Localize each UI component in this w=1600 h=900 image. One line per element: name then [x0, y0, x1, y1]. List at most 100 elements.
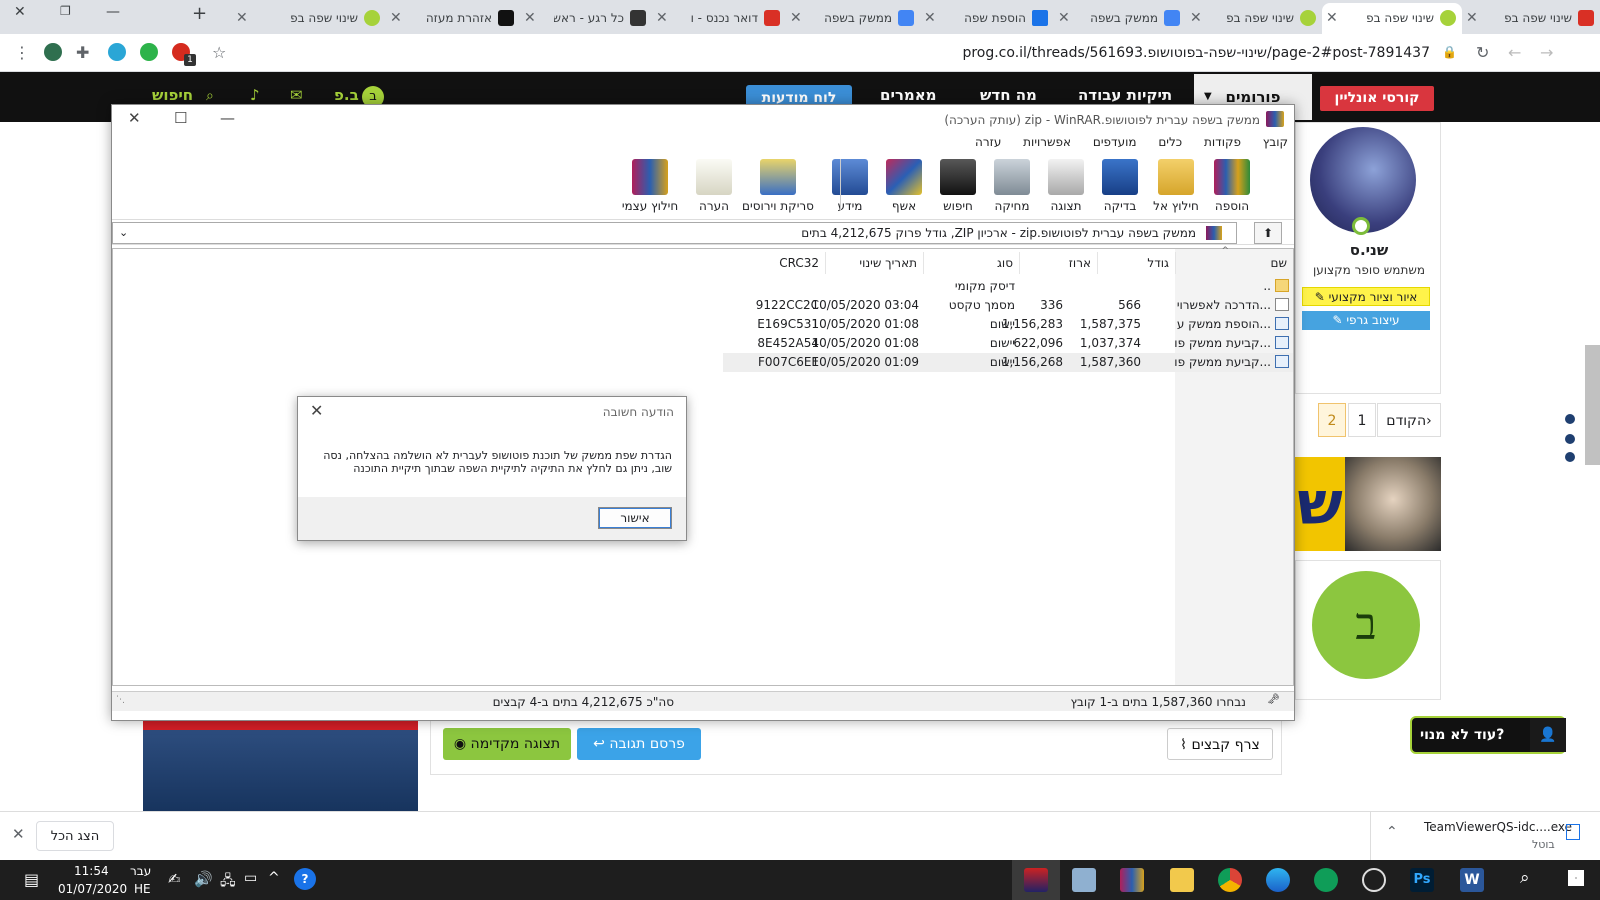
profile-name[interactable]: שני.ס: [1296, 241, 1442, 259]
taskbar-archive-icon[interactable]: [1120, 868, 1144, 892]
taskbar-winrar-icon[interactable]: [1024, 868, 1048, 892]
clock-date[interactable]: 01/07/2020: [58, 882, 127, 896]
chevron-down-icon[interactable]: ⌄: [119, 223, 128, 243]
extension-icon[interactable]: [44, 43, 62, 61]
nav-work-files[interactable]: תיקיות עבודה: [1078, 86, 1172, 104]
test-button[interactable]: בדיקה: [1092, 155, 1148, 217]
mail-icon[interactable]: ✉: [290, 86, 303, 104]
tab-close-icon[interactable]: ✕: [790, 10, 802, 26]
taskbar-edge-icon[interactable]: [1266, 868, 1290, 892]
carousel-dot[interactable]: [1565, 452, 1575, 462]
menu-commands[interactable]: פקודות: [1204, 135, 1241, 149]
search-link[interactable]: חיפוש: [152, 86, 193, 104]
restore-icon[interactable]: ❐: [60, 4, 71, 18]
reload-icon[interactable]: ↻: [1476, 43, 1489, 62]
bookmark-star-icon[interactable]: ☆: [212, 43, 226, 62]
add-button[interactable]: הוספה: [1204, 155, 1260, 217]
puzzle-icon[interactable]: ✚: [76, 43, 89, 62]
notification-icon[interactable]: ▤: [24, 870, 39, 889]
url-bar[interactable]: prog.co.il/threads/561693.שינוי-שפה-בפוט…: [240, 40, 1470, 66]
close-window-icon[interactable]: ✕: [14, 4, 26, 20]
menu-icon[interactable]: ⋮: [14, 43, 30, 62]
close-downloads-icon[interactable]: ✕: [12, 825, 25, 843]
tab-9[interactable]: ✕ אזהרת מעזה: [386, 3, 520, 34]
carousel-dot[interactable]: [1565, 434, 1575, 444]
tab-6[interactable]: ✕ ממשק בשפה: [786, 3, 920, 34]
delete-button[interactable]: מחיקה: [984, 155, 1040, 217]
lang-indicator-2[interactable]: HE: [134, 882, 151, 896]
menu-favorites[interactable]: מועדפים: [1093, 135, 1137, 149]
taskbar-speed-icon[interactable]: [1362, 868, 1386, 892]
download-filename[interactable]: TeamViewerQS-idc....exe: [1424, 820, 1572, 834]
taskbar-word-icon[interactable]: W: [1460, 868, 1484, 892]
page-2-button[interactable]: 2: [1318, 403, 1346, 437]
nav-articles[interactable]: מאמרים: [880, 86, 937, 104]
table-row-selected[interactable]: קביעת ממשק פו... 1,587,360 1,156,268 ייש…: [723, 353, 1293, 372]
table-row[interactable]: הדרכה לאפשרוי... 566 336 מסמך טקסט 10/05…: [723, 296, 1293, 315]
col-type[interactable]: סוג: [923, 252, 1019, 274]
new-tab-icon[interactable]: +: [192, 3, 207, 24]
tab-close-icon[interactable]: ✕: [1058, 10, 1070, 26]
maximize-icon[interactable]: ☐: [174, 109, 187, 127]
col-size[interactable]: גודל: [1097, 252, 1175, 274]
table-row[interactable]: קביעת ממשק פו... 1,037,374 622,096 יישום…: [723, 334, 1293, 353]
sfx-button[interactable]: חילוץ עצמי: [618, 155, 682, 217]
table-row[interactable]: .. דיסק מקומי: [723, 277, 1293, 296]
menu-tools[interactable]: כלים: [1158, 135, 1182, 149]
taskbar-chrome-icon[interactable]: [1218, 868, 1242, 892]
chevron-up-icon[interactable]: ⌃: [1386, 824, 1398, 840]
tab-10[interactable]: ✕ שינוי שפה בפ: [232, 3, 386, 34]
search-icon[interactable]: ⌕: [1520, 868, 1530, 888]
table-row[interactable]: הוספת ממשק ע... 1,587,375 1,156,283 יישו…: [723, 315, 1293, 334]
content-image[interactable]: [143, 718, 418, 811]
comment-button[interactable]: הערה: [686, 155, 742, 217]
taskbar-hangouts-icon[interactable]: [1314, 868, 1338, 892]
find-button[interactable]: חיפוש: [930, 155, 986, 217]
carousel-dot[interactable]: [1565, 414, 1575, 424]
tab-close-icon[interactable]: ✕: [390, 10, 402, 26]
tab-3[interactable]: ✕ שינוי שפה בפ: [1186, 3, 1322, 34]
archive-path[interactable]: ממשק בשפה עברית לפוטושופ.zip - ארכיון ZI…: [112, 222, 1237, 244]
taskbar-explorer-icon[interactable]: [1170, 868, 1194, 892]
forward-icon[interactable]: →: [1540, 43, 1553, 62]
help-icon[interactable]: ?: [294, 868, 316, 890]
close-icon[interactable]: ✕: [128, 109, 141, 127]
tab-close-icon[interactable]: ✕: [524, 10, 536, 26]
menu-options[interactable]: אפשרויות: [1023, 135, 1071, 149]
extract-to-button[interactable]: חילוץ אל: [1148, 155, 1204, 217]
tab-2[interactable]: ✕ שינוי שפה בפ: [1322, 3, 1462, 34]
nav-whats-new[interactable]: מה חדש: [980, 86, 1037, 104]
volume-icon[interactable]: 🔊: [194, 870, 213, 888]
show-all-button[interactable]: הצג הכל: [36, 821, 114, 851]
tab-close-icon[interactable]: ✕: [1190, 10, 1202, 26]
tab-1[interactable]: ✕ שינוי שפה בפ: [1462, 3, 1600, 34]
network-icon[interactable]: 🖧: [220, 870, 236, 894]
subscribe-button[interactable]: עוד לא מנוי? 👤: [1410, 716, 1566, 754]
col-modified[interactable]: תאריך שינוי: [825, 252, 923, 274]
tab-close-icon[interactable]: ✕: [924, 10, 936, 26]
virus-scan-button[interactable]: סריקת וירוסים: [742, 155, 814, 217]
col-name[interactable]: שם: [1175, 252, 1293, 274]
lang-indicator-1[interactable]: עבר: [130, 864, 151, 878]
tab-close-icon[interactable]: ✕: [656, 10, 668, 26]
search-icon[interactable]: ⌕: [206, 88, 214, 104]
tab-4[interactable]: ✕ ממשק בשפה: [1054, 3, 1186, 34]
extension-icon[interactable]: [140, 43, 158, 61]
preview-button[interactable]: תצוגה מקדימה ◉: [443, 728, 571, 760]
courses-button[interactable]: קורסי אונליין: [1320, 86, 1434, 111]
col-crc[interactable]: CRC32: [723, 252, 825, 274]
tab-8[interactable]: ✕ כל רגע - ראשי: [520, 3, 652, 34]
tab-close-icon[interactable]: ✕: [1326, 10, 1338, 26]
page-1-button[interactable]: 1: [1348, 403, 1376, 437]
windows-start-icon[interactable]: [1568, 870, 1584, 886]
chevron-up-icon[interactable]: ^: [268, 870, 280, 886]
menu-file[interactable]: קובץ: [1263, 135, 1288, 149]
prev-page-button[interactable]: ‹הקודם: [1377, 403, 1441, 437]
resize-grip-icon[interactable]: ⋰: [116, 695, 125, 705]
dialog-close-icon[interactable]: ✕: [310, 401, 323, 420]
tab-close-icon[interactable]: ✕: [1466, 10, 1478, 26]
wizard-button[interactable]: אשף: [876, 155, 932, 217]
ok-button[interactable]: אישור: [598, 507, 672, 529]
clock-time[interactable]: 11:54: [74, 864, 109, 878]
attach-files-button[interactable]: צרף קבצים ⌇: [1167, 728, 1273, 760]
